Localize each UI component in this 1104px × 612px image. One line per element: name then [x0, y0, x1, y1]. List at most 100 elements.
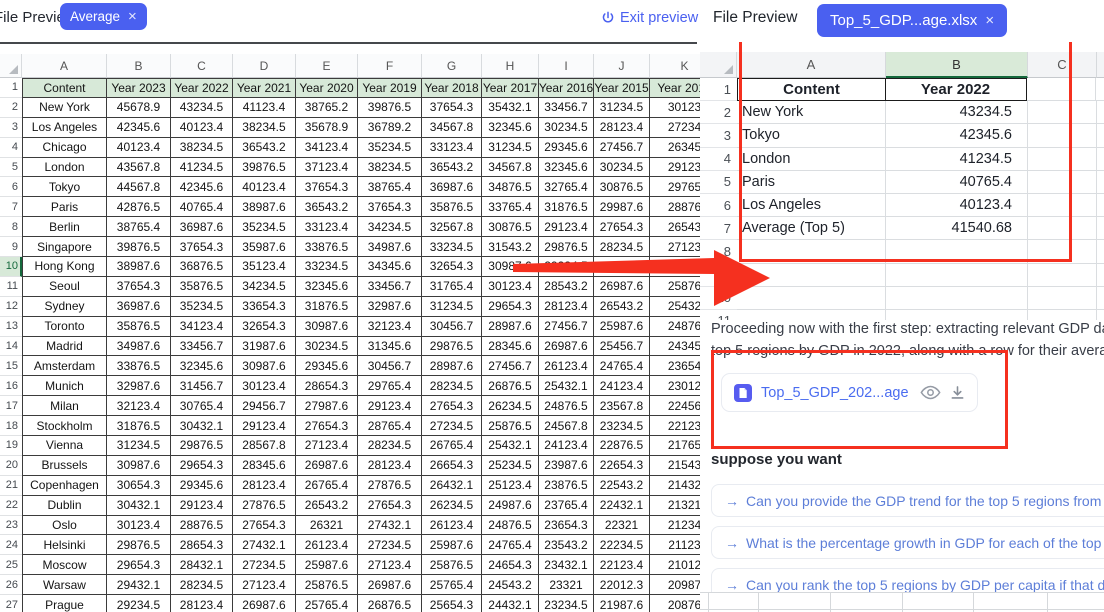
row-number[interactable]: 26	[0, 575, 22, 595]
cell[interactable]	[1096, 78, 1104, 101]
column-letter[interactable]: K	[650, 54, 700, 78]
cell[interactable]: 25876.5	[296, 575, 358, 595]
cell[interactable]: 29876.5	[539, 237, 594, 257]
cell[interactable]: 28123.4	[171, 595, 233, 612]
cell[interactable]: 31234.5	[482, 138, 539, 158]
cell[interactable]: 24987.6	[482, 496, 539, 516]
cell[interactable]: 45678.9	[107, 98, 171, 118]
cell[interactable]: 23234.5	[539, 595, 594, 612]
cell[interactable]: 25987.6	[594, 317, 650, 337]
cell[interactable]: Paris	[22, 197, 107, 217]
cell[interactable]: 27432.1	[358, 516, 422, 536]
cell[interactable]: 23012	[650, 376, 700, 396]
cell[interactable]: 29876.5	[171, 436, 233, 456]
cell[interactable]: 29987.6	[594, 197, 650, 217]
cell[interactable]: 29654.3	[107, 555, 171, 575]
cell[interactable]: Paris	[737, 171, 886, 194]
cell[interactable]: 39876.5	[233, 158, 296, 178]
cell[interactable]: 33456.7	[539, 98, 594, 118]
cell[interactable]: Toronto	[22, 317, 107, 337]
cell[interactable]: 25456.7	[594, 337, 650, 357]
cell[interactable]	[886, 264, 1028, 287]
cell[interactable]: 38987.6	[233, 197, 296, 217]
cell[interactable]: 31234.5	[422, 297, 482, 317]
column-letter[interactable]: J	[594, 54, 650, 78]
cell[interactable]: 25765.4	[296, 595, 358, 612]
cell[interactable]: 29432.1	[107, 575, 171, 595]
cell[interactable]: 26123.4	[422, 516, 482, 536]
column-letter[interactable]: D	[233, 54, 296, 78]
cell[interactable]	[650, 257, 700, 277]
cell[interactable]: 30987.6	[107, 456, 171, 476]
cell[interactable]: 28345.6	[482, 337, 539, 357]
cell[interactable]: 23567.8	[594, 396, 650, 416]
cell[interactable]: 26543	[650, 217, 700, 237]
cell[interactable]: 32345.6	[539, 158, 594, 178]
cell[interactable]: 35432.1	[482, 98, 539, 118]
cell[interactable]: 34987.6	[107, 337, 171, 357]
left-spreadsheet[interactable]: ABCDEFGHIJK1ContentYear 2023Year 2022Yea…	[0, 44, 700, 612]
row-number[interactable]: 1	[0, 78, 22, 98]
header-cell[interactable]: Year 2017	[482, 78, 539, 98]
cell[interactable]: Warsaw	[22, 575, 107, 595]
cell[interactable]: 30987.6	[296, 317, 358, 337]
cell[interactable]: 24876.5	[539, 396, 594, 416]
cell[interactable]: 41123.4	[233, 98, 296, 118]
cell[interactable]: 39876.5	[107, 237, 171, 257]
cell[interactable]: 30432.1	[107, 496, 171, 516]
cell[interactable]: 21234	[650, 516, 700, 536]
cell[interactable]: 26765.4	[296, 476, 358, 496]
cell[interactable]: 27456.7	[594, 138, 650, 158]
file-tab-average[interactable]: Average ×	[60, 3, 147, 30]
cell[interactable]: 28543.2	[539, 277, 594, 297]
cell[interactable]: 35234.5	[171, 297, 233, 317]
cell[interactable]: 22234.5	[594, 535, 650, 555]
cell[interactable]: 34987.6	[358, 237, 422, 257]
row-number[interactable]: 23	[0, 516, 22, 536]
column-letter[interactable]: A	[22, 54, 107, 78]
cell[interactable]: 38765.4	[107, 217, 171, 237]
cell[interactable]: 21432	[650, 476, 700, 496]
cell[interactable]: 24765.4	[594, 356, 650, 376]
cell[interactable]: 41234.5	[886, 148, 1028, 171]
cell[interactable]: 24567.8	[539, 416, 594, 436]
cell[interactable]: 31234.5	[594, 98, 650, 118]
cell[interactable]: 29456.7	[233, 396, 296, 416]
cell[interactable]: 28765.4	[358, 416, 422, 436]
cell[interactable]: 22123	[650, 416, 700, 436]
header-cell[interactable]: Content	[22, 78, 107, 98]
row-number[interactable]: 7	[0, 197, 22, 217]
cell[interactable]: 28123.4	[594, 118, 650, 138]
cell[interactable]: 34234.5	[358, 217, 422, 237]
cell[interactable]: 44567.8	[107, 177, 171, 197]
cell[interactable]: 22456	[650, 396, 700, 416]
cell[interactable]: 26123.4	[296, 535, 358, 555]
cell[interactable]: 23321	[539, 575, 594, 595]
cell[interactable]: 26987.6	[539, 337, 594, 357]
row-number[interactable]: 5	[700, 171, 737, 194]
column-letter[interactable]: E	[296, 54, 358, 78]
header-cell[interactable]: Year 2023	[107, 78, 171, 98]
cell[interactable]: 30123.4	[233, 376, 296, 396]
cell[interactable]: 42876.5	[107, 197, 171, 217]
cell[interactable]: Seoul	[22, 277, 107, 297]
cell[interactable]: Berlin	[22, 217, 107, 237]
cell[interactable]: Sydney	[22, 297, 107, 317]
cell[interactable]: 36789.2	[358, 118, 422, 138]
cell[interactable]: 30876.5	[482, 217, 539, 237]
cell[interactable]: 40765.4	[171, 197, 233, 217]
cell[interactable]: 27876.5	[233, 496, 296, 516]
row-number[interactable]: 12	[0, 297, 22, 317]
cell[interactable]: Los Angeles	[22, 118, 107, 138]
cell[interactable]: 22654.3	[594, 456, 650, 476]
cell[interactable]: 21321	[650, 496, 700, 516]
cell[interactable]: 33654.3	[233, 297, 296, 317]
cell[interactable]: 36876.5	[171, 257, 233, 277]
cell[interactable]	[886, 287, 1028, 310]
cell[interactable]: 28234.5	[594, 237, 650, 257]
cell[interactable]: 25234.5	[482, 456, 539, 476]
cell[interactable]	[1028, 310, 1097, 320]
cell[interactable]: 38234.5	[171, 138, 233, 158]
select-all-corner[interactable]	[0, 54, 22, 78]
cell[interactable]: 33876.5	[107, 356, 171, 376]
